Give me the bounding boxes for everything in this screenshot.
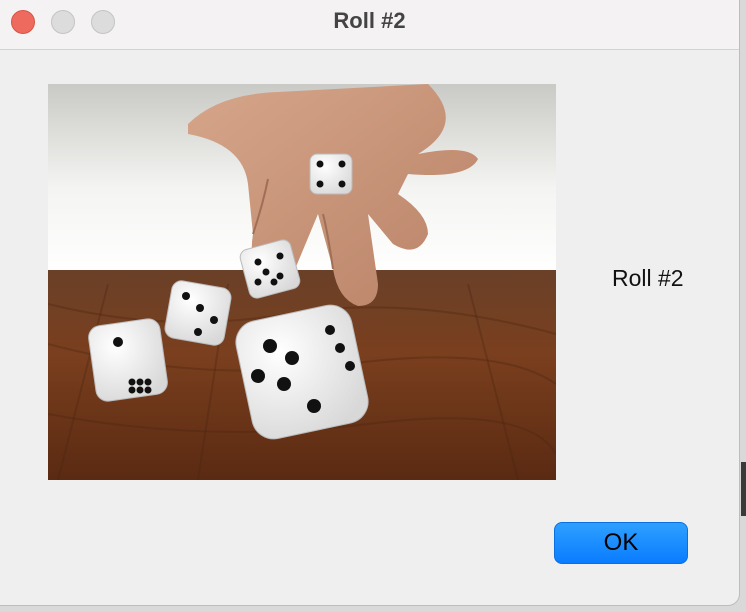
background-window-edge xyxy=(741,462,746,516)
title-bar: Roll #2 xyxy=(0,0,739,50)
window-title: Roll #2 xyxy=(333,8,406,33)
dialog-window: Roll #2 Roll #2 OK xyxy=(0,0,740,606)
ok-button[interactable]: OK xyxy=(554,522,688,564)
roll-label: Roll #2 xyxy=(612,265,684,291)
dice-photo-icon xyxy=(48,84,556,480)
